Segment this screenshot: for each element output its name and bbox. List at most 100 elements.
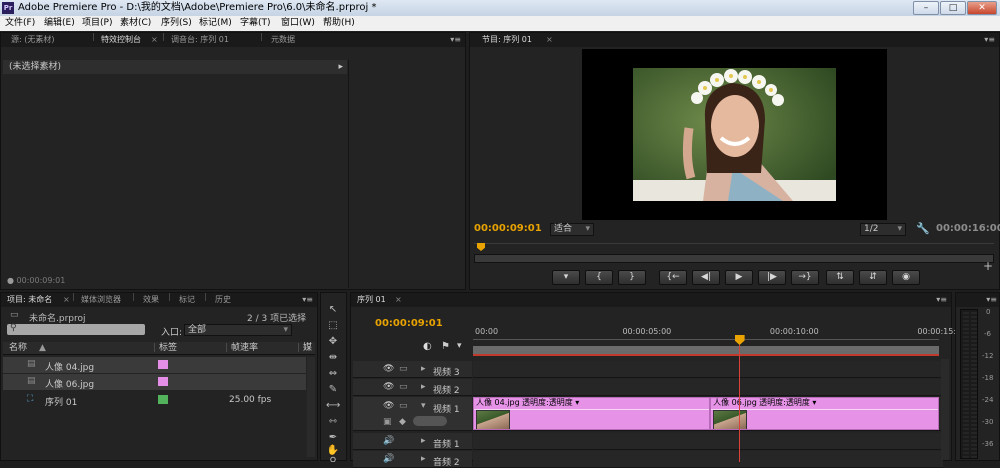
close-tab-icon[interactable]: × — [395, 293, 402, 307]
list-item[interactable]: ▤ 人像 06.jpg — [3, 374, 306, 390]
track-lane[interactable]: 人像 04.jpg 透明度:透明度 ▾ 人像 06.jpg 透明度:透明度 ▾ — [473, 397, 943, 431]
tab-sequence[interactable]: 序列 01 — [357, 293, 386, 307]
sort-ascending-icon[interactable]: ▲ — [39, 342, 46, 355]
project-scrollbar[interactable] — [307, 357, 315, 457]
tab-history[interactable]: 历史 — [215, 293, 231, 307]
slide-tool-icon[interactable]: ⇿ — [326, 416, 340, 428]
rate-stretch-tool-icon[interactable]: ⇔ — [326, 368, 340, 380]
play-button[interactable]: ▶ — [725, 270, 753, 285]
close-tab-icon[interactable]: × — [63, 293, 70, 307]
film-icon[interactable]: ▭ — [399, 364, 408, 374]
eye-icon[interactable]: 👁 — [383, 364, 394, 374]
timeline-clip[interactable]: 人像 04.jpg 透明度:透明度 ▾ — [473, 397, 711, 430]
menu-marker[interactable]: 标记(M) — [199, 16, 232, 31]
column-label[interactable]: 标签 — [159, 342, 177, 355]
program-current-time[interactable]: 00:00:09:01 — [474, 223, 542, 234]
lift-button[interactable]: ⇅ — [826, 270, 854, 285]
tab-effects[interactable]: 效果 — [143, 293, 159, 307]
tab-metadata[interactable]: 元数据 — [271, 33, 295, 47]
export-frame-button[interactable]: ◉ — [892, 270, 920, 285]
minimize-button[interactable]: – — [913, 1, 939, 15]
slip-tool-icon[interactable]: ⟷ — [326, 400, 340, 412]
menu-window[interactable]: 窗口(W) — [281, 16, 315, 31]
speaker-icon[interactable]: 🔊 — [383, 436, 394, 446]
panel-menu-icon[interactable]: ▾≡ — [984, 33, 995, 47]
track-select-tool-icon[interactable]: ⬚ — [326, 320, 340, 332]
track-lane[interactable] — [473, 361, 943, 378]
close-tab-icon[interactable]: × — [546, 33, 553, 47]
eye-icon[interactable]: 👁 — [383, 382, 394, 392]
close-tab-icon[interactable]: × — [151, 33, 158, 47]
collapse-track-icon[interactable]: ▾ — [421, 401, 426, 411]
tab-effect-controls[interactable]: 特效控制台 — [101, 33, 141, 47]
display-style-icon[interactable]: ▣ — [383, 417, 392, 427]
go-to-in-button[interactable]: {← — [659, 270, 687, 285]
column-frame-rate[interactable]: 帧速率 — [231, 342, 258, 355]
tab-project[interactable]: 项目: 未命名 — [7, 293, 52, 307]
set-marker-icon[interactable]: ⚑ — [441, 341, 450, 352]
keyframe-navigator[interactable] — [413, 416, 447, 426]
list-item[interactable]: ⛶ 序列 01 25.00 fps — [3, 392, 306, 408]
clip-effect-dropdown[interactable]: 透明度:透明度 ▾ — [759, 398, 816, 408]
pen-tool-icon[interactable]: ✒ — [326, 432, 340, 444]
add-marker-button[interactable]: ▾ — [552, 270, 580, 285]
razor-tool-icon[interactable]: ✎ — [326, 384, 340, 396]
tab-source[interactable]: 源: (无素材) — [11, 33, 54, 47]
program-zoom-bar[interactable] — [474, 254, 994, 263]
menu-help[interactable]: 帮助(H) — [323, 16, 355, 31]
wrench-icon[interactable]: 🔧 — [916, 222, 930, 235]
zoom-tool-icon[interactable]: ⚲ — [326, 456, 340, 462]
timeline-current-time[interactable]: 00:00:09:01 — [375, 318, 443, 329]
track-lane[interactable] — [473, 451, 943, 468]
tab-media-browser[interactable]: 媒体浏览器 — [81, 293, 121, 307]
track-lane[interactable] — [473, 433, 943, 450]
timeline-scrollbar[interactable] — [941, 359, 949, 460]
resolution-select[interactable]: 1/2 ▾ — [860, 223, 906, 236]
mark-out-button[interactable]: } — [618, 270, 646, 285]
menu-title[interactable]: 字幕(T) — [240, 16, 271, 31]
timeline-ruler[interactable]: 00:00 00:00:05:00 00:00:10:00 00:00:15:0… — [473, 322, 966, 358]
expand-track-icon[interactable]: ▸ — [421, 436, 426, 446]
list-item[interactable]: ▤ 人像 04.jpg — [3, 357, 306, 373]
column-name[interactable]: 名称 — [9, 342, 27, 355]
rolling-edit-tool-icon[interactable]: ⇹ — [326, 352, 340, 364]
speaker-icon[interactable]: 🔊 — [383, 454, 394, 464]
tab-program[interactable]: 节目: 序列 01 — [482, 33, 532, 47]
selection-tool-icon[interactable]: ↖ — [326, 304, 340, 316]
step-forward-button[interactable]: |▶ — [758, 270, 786, 285]
tab-audio-mixer[interactable]: 调音台: 序列 01 — [171, 33, 229, 47]
maximize-button[interactable]: □ — [940, 1, 966, 15]
panel-menu-icon[interactable]: ▾≡ — [936, 293, 947, 307]
add-marker-icon[interactable]: ▾ — [457, 341, 462, 351]
go-to-out-button[interactable]: →} — [791, 270, 819, 285]
step-back-button[interactable]: ◀| — [692, 270, 720, 285]
panel-menu-icon[interactable]: ▾≡ — [302, 293, 313, 307]
film-icon[interactable]: ▭ — [399, 401, 408, 411]
film-icon[interactable]: ▭ — [399, 382, 408, 392]
expand-track-icon[interactable]: ▸ — [421, 364, 426, 374]
add-button-icon[interactable]: + — [983, 259, 993, 273]
playhead-handle[interactable] — [734, 335, 745, 345]
menu-clip[interactable]: 素材(C) — [120, 16, 151, 31]
panel-menu-icon[interactable]: ▾≡ — [450, 33, 461, 47]
column-media[interactable]: 媒 — [303, 342, 312, 355]
tab-markers[interactable]: 标记 — [179, 293, 195, 307]
keyframe-icon[interactable]: ◆ — [399, 417, 406, 427]
zoom-select[interactable]: 适合 ▾ — [550, 223, 594, 236]
menu-project[interactable]: 项目(P) — [82, 16, 112, 31]
program-scrubber[interactable] — [474, 241, 994, 265]
expand-track-icon[interactable]: ▸ — [421, 382, 426, 392]
inlet-select[interactable]: 全部 ▾ — [184, 324, 292, 336]
menu-edit[interactable]: 编辑(E) — [44, 16, 75, 31]
snap-icon[interactable]: ◐ — [423, 341, 432, 352]
ripple-edit-tool-icon[interactable]: ✥ — [326, 336, 340, 348]
close-window-button[interactable]: ✕ — [967, 1, 997, 15]
eye-icon[interactable]: 👁 — [383, 401, 394, 411]
menu-file[interactable]: 文件(F) — [5, 16, 35, 31]
mark-in-button[interactable]: { — [585, 270, 613, 285]
expand-track-icon[interactable]: ▸ — [421, 454, 426, 464]
program-video-frame[interactable] — [582, 49, 887, 220]
panel-menu-icon[interactable]: ▾≡ — [986, 293, 997, 307]
extract-button[interactable]: ⇵ — [859, 270, 887, 285]
work-area-bar[interactable] — [473, 346, 939, 356]
